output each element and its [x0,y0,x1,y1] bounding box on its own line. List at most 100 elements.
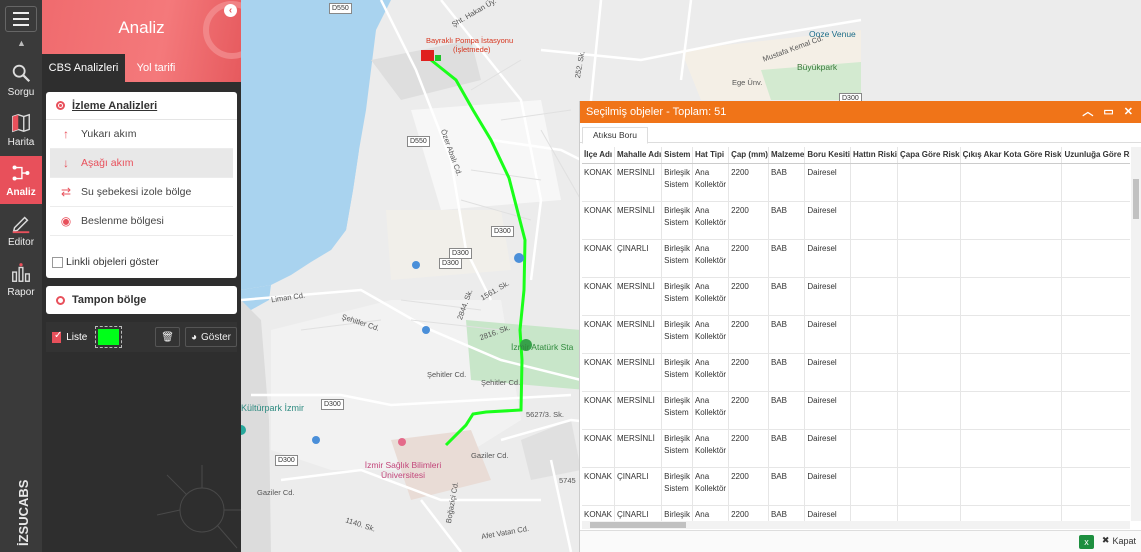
tab-cbs-analizleri[interactable]: CBS Analizleri [42,54,125,82]
arrow-up-icon: ↑ [63,126,69,141]
vertical-scrollbar[interactable] [1131,147,1141,521]
option-su-sebekesi-izole-bolge[interactable]: ⇄ Su şebekesi izole bölge [50,178,233,207]
table-row[interactable]: KONAK MERSİNLİ Birleşik Sistem Ana Kollektö… [582,163,1130,202]
table-cell: BAB [768,239,806,278]
scroll-thumb[interactable] [590,522,686,528]
table-row[interactable]: KONAKÇINARLIBirleşik SistemAna Kollektör… [582,467,1130,506]
table-cell [960,239,1063,278]
column-header[interactable]: Uzunluğa Göre Ri [1061,147,1130,164]
column-header[interactable]: Çıkış Akar Kota Göre Risk [960,147,1063,164]
column-header[interactable]: Sistem [661,147,693,164]
table-cell: BAB [768,201,806,240]
table-row[interactable]: KONAK MERSİNLİ Birleşik Sistem Ana Kollektö… [582,391,1130,430]
table-row[interactable]: KONAK MERSİNLİ Birleşik Sistem Ana Kollektö… [582,353,1130,392]
excel-export-icon[interactable]: x [1079,535,1094,549]
linked-objects-toggle[interactable]: Linkli objeleri göster [52,256,159,268]
show-button[interactable]: ◕ Göster [184,327,237,347]
rail-label: Sorgu [7,87,35,98]
objects-grid: İlçe Adı Mahalle Adı Sistem Hat Tipi Çap (mm… [582,147,1130,521]
search-icon [12,64,31,83]
column-header[interactable]: Çap (mm) [728,147,769,164]
table-cell: KONAK [582,239,616,278]
table-row[interactable]: KONAK MERSİNLİ Birleşik Sistem Ana Kollektö… [582,429,1130,468]
show-label: Göster [200,331,231,343]
column-header[interactable]: Malzeme [768,147,806,164]
column-header[interactable]: Hattın Riski [850,147,899,164]
table-cell: Ana Kollektör [692,201,730,240]
list-checkbox[interactable] [52,330,63,343]
table-cell: 2200 [728,239,769,278]
station-label: Bayraklı Pompa İstasyonu [426,36,514,45]
road-badge: D300 [275,455,298,466]
collapse-panel-button[interactable]: ‹ [224,4,237,17]
column-header[interactable]: İlçe Adı [582,147,616,164]
table-cell: BAB [768,429,806,468]
buffer-zone-card[interactable]: Tampon bölge [46,286,237,314]
close-window-icon[interactable]: ✕ [1124,101,1133,123]
table-cell: Ana Kollektör [692,391,730,430]
table-cell: Birleşik Sistem [661,201,693,240]
window-title: Seçilmiş objeler - Toplam: 51 [586,106,727,118]
rail-item-sorgu[interactable]: Sorgu [0,56,42,104]
table-row[interactable]: KONAK MERSİNLİ Birleşik Sistem Ana Kollektö… [582,201,1130,240]
rail-item-harita[interactable]: Harita [0,106,42,154]
table-cell: BAB [768,163,806,202]
maximize-window-icon[interactable]: ▭ [1103,101,1113,123]
rail-item-editor[interactable]: Editor [0,206,42,254]
map-icon [12,113,30,133]
table-cell [1061,467,1130,506]
scroll-thumb[interactable] [1133,179,1139,219]
street-label: Gaziler Cd. [257,488,295,497]
table-row[interactable]: KONAKÇINARLIBirleşik SistemAna Kollektör… [582,239,1130,278]
caret-up-icon[interactable]: ▲ [17,38,26,48]
table-cell [897,163,961,202]
kulturpark-label: Kültürpark İzmir [241,403,305,413]
table-cell: Birleşik Sistem [661,315,693,354]
column-header[interactable]: Hat Tipi [692,147,730,164]
table-cell [960,467,1063,506]
column-header[interactable]: Çapa Göre Risk [897,147,961,164]
option-beslenme-bolgesi[interactable]: ◉ Beslenme bölgesi [50,207,233,236]
rail-item-analiz[interactable]: Analiz [0,156,42,204]
collapse-window-icon[interactable]: ︿ [1082,101,1093,123]
table-cell: Ana Kollektör [692,239,730,278]
table-cell [1061,353,1130,392]
table-cell: 2200 [728,277,769,316]
table-cell: BAB [768,505,806,521]
table-cell: KONAK [582,353,616,392]
table-cell: Ana Kollektör [692,353,730,392]
table-row[interactable]: KONAKÇINARLIBirleşik SistemAna Kollektör… [582,505,1130,521]
option-asagi-akim[interactable]: ↓ Aşağı akım [50,149,233,178]
linked-objects-checkbox[interactable] [52,256,63,268]
window-titlebar[interactable]: Seçilmiş objeler - Toplam: 51 ︿ ▭ ✕ [580,101,1141,123]
column-header[interactable]: Boru Kesiti [804,147,851,164]
table-cell [850,277,899,316]
panel-title: Analiz [118,18,165,37]
table-cell: 2200 [728,391,769,430]
monitoring-analyses-header[interactable]: İzleme Analizleri [46,92,237,120]
table-cell: Ana Kollektör [692,505,730,521]
hamburger-menu-button[interactable] [5,6,37,32]
color-swatch [98,329,120,345]
rail-item-rapor[interactable]: Rapor [0,256,42,304]
table-cell: KONAK [582,429,616,468]
table-cell [960,201,1063,240]
table-cell [960,353,1063,392]
delete-button[interactable]: 🗑 [155,327,180,347]
table-row[interactable]: KONAK MERSİNLİ Birleşik Sistem Ana Kollektö… [582,277,1130,316]
close-button[interactable]: ✖ Kapat [1102,535,1136,546]
tab-atiksu-boru[interactable]: Atıksu Boru [582,127,648,144]
table-cell: Dairesel [804,353,851,392]
table-cell: BAB [768,391,806,430]
table-cell [960,429,1063,468]
color-picker[interactable] [95,326,123,348]
buffer-zone-header[interactable]: Tampon bölge [46,286,237,314]
objects-table: İlçe Adı Mahalle Adı Sistem Hat Tipi Çap (mm… [582,147,1130,521]
column-header[interactable]: Mahalle Adı [614,147,663,164]
table-cell [1061,239,1130,278]
horizontal-scrollbar[interactable] [582,521,1130,529]
option-yukari-akim[interactable]: ↑ Yukarı akım [50,120,233,149]
tab-yol-tarifi[interactable]: Yol tarifi [125,54,187,82]
table-cell: KONAK [582,467,616,506]
table-row[interactable]: KONAK MERSİNLİ Birleşik Sistem Ana Kollektö… [582,315,1130,354]
